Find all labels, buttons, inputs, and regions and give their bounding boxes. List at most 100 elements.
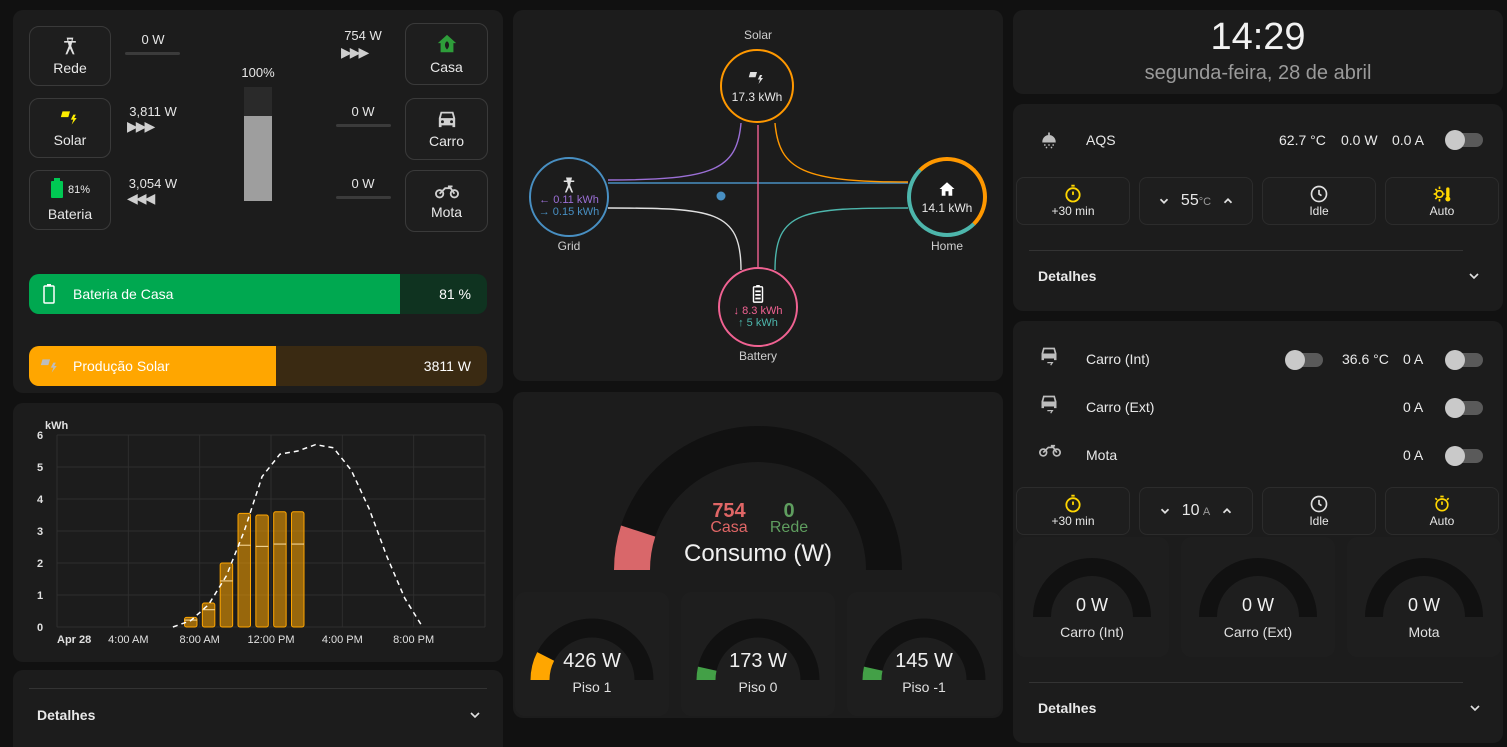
charger-mode-label: Idle (1309, 514, 1329, 528)
floor-gauge-1[interactable]: 173 W Piso 0 (681, 592, 835, 716)
charger-power-gauge-2[interactable]: 0 W Mota (1347, 537, 1501, 657)
aqs-mode-label: Idle (1309, 204, 1329, 218)
chart-ytick: 0 (37, 622, 43, 634)
chart-ytick: 5 (37, 462, 43, 474)
charger-mode-button[interactable]: Idle (1262, 487, 1376, 535)
chart-xtick: Apr 28 (57, 634, 91, 646)
home-tile[interactable]: Casa (405, 23, 488, 85)
charger-auto-label: Auto (1429, 514, 1455, 528)
battery-tile-percent: 81% (67, 184, 91, 196)
clock-icon (1310, 185, 1328, 203)
chevron-down-icon[interactable] (467, 707, 483, 723)
chevron-up-icon[interactable] (1221, 194, 1235, 208)
chart-xtick: 8:00 AM (179, 634, 219, 646)
battery-bar-label: Bateria de Casa (73, 286, 174, 302)
aqs-boost-button[interactable]: +30 min (1016, 177, 1130, 225)
aqs-temp: 62.7 °C (1279, 132, 1326, 148)
charger-row-toggle[interactable] (1445, 398, 1483, 418)
aqs-auto-button[interactable]: Auto (1385, 177, 1499, 225)
solar-tile[interactable]: Solar (29, 98, 111, 158)
solar-panel-icon (748, 71, 763, 84)
charger-boost-label: +30 min (1051, 514, 1095, 528)
charger-row-label: Carro (Int) (1086, 351, 1150, 367)
flow-solar-node[interactable]: 17.3 kWh (720, 49, 794, 123)
left-details-card: Detalhes (13, 670, 503, 747)
floor-gauge-0[interactable]: 426 W Piso 1 (515, 592, 669, 716)
aqs-boost-label: +30 min (1051, 204, 1095, 218)
car-flow-value: 0 W (351, 104, 375, 119)
floor-gauge-label: Piso 0 (738, 679, 778, 695)
charger-auto-button[interactable]: Auto (1385, 487, 1499, 535)
chevron-down-icon[interactable] (1157, 194, 1171, 208)
floor-gauge-arc (862, 618, 986, 681)
solar-tile-label: Solar (53, 132, 87, 148)
carro-int-secondary-toggle[interactable] (1285, 350, 1323, 370)
charger-row-toggle[interactable] (1445, 350, 1483, 370)
charger-setpoint-unit: A (1202, 506, 1211, 518)
charger-setpoint[interactable]: 10 A (1139, 487, 1253, 535)
flow-grid-out: → 0.15 kWh (538, 206, 600, 218)
solar-bar[interactable]: Produção Solar 3811 W (29, 346, 487, 386)
moto-flow-value: 0 W (351, 176, 375, 191)
moto-tile[interactable]: Mota (405, 170, 488, 232)
chart-bar (237, 512, 251, 628)
charger-row-icon (1039, 441, 1061, 464)
solar-flow-value: 3,811 W (129, 104, 177, 119)
charger-row-current: 0 A (1403, 447, 1424, 463)
charger-power-gauge-0[interactable]: 0 W Carro (Int) (1015, 537, 1169, 657)
grid-tile[interactable]: Rede (29, 26, 111, 86)
flow-grid-label: Grid (557, 239, 581, 253)
chevron-up-icon[interactable] (1220, 504, 1234, 518)
charger-row-label: Carro (Ext) (1086, 399, 1155, 415)
aqs-toggle[interactable] (1445, 130, 1483, 150)
aqs-setpoint[interactable]: 55°C (1139, 177, 1253, 225)
battery-bar[interactable]: Bateria de Casa 81 % (29, 274, 487, 314)
flow-battery-label: Battery (738, 349, 777, 363)
sun-thermometer-icon (1433, 186, 1451, 202)
flow-grid-node[interactable]: ← 0.11 kWh → 0.15 kWh (529, 157, 609, 237)
chart-xtick: 4:00 PM (322, 634, 363, 646)
solar-chart-card: 0 1 2 3 4 5 6 kWh Apr 28 4:00 AM 8:00 AM 12:00 PM 4:… (13, 403, 503, 662)
aqs-setpoint-value: 55 (1180, 192, 1199, 209)
charger-gauge-value: 0 W (1241, 595, 1274, 615)
charger-details-toggle[interactable]: Detalhes (1038, 700, 1096, 716)
chevron-down-icon[interactable] (1467, 700, 1483, 716)
battery-tile[interactable]: 81% Bateria (29, 170, 111, 230)
charger-row-current: 0 A (1403, 351, 1424, 367)
consumo-card: 754 Casa 0 Rede Consumo (W) 426 W Piso 11… (513, 392, 1003, 718)
aqs-power: 0.0 W (1341, 132, 1378, 148)
clock-time: 14:29 (1210, 16, 1306, 58)
charger-row-toggle[interactable] (1445, 446, 1483, 466)
timer-auto-icon (1434, 495, 1450, 512)
solar-bar-label: Produção Solar (73, 358, 170, 374)
chevron-down-icon[interactable] (1466, 268, 1482, 284)
left-details-toggle[interactable]: Detalhes (37, 707, 95, 723)
chevron-down-icon[interactable] (1158, 504, 1172, 518)
floor-gauge-2[interactable]: 145 W Piso -1 (847, 592, 1001, 716)
charger-setpoint-value: 10 (1181, 502, 1200, 519)
floor-gauge-value: 145 W (895, 650, 953, 672)
flow-home-value: 14.1 kWh (921, 200, 973, 215)
clock-icon (1310, 495, 1328, 513)
battery-flow-value: 3,054 W (128, 176, 178, 191)
battery-flow-arrows: ◀◀◀ (127, 190, 155, 206)
home-icon (939, 181, 955, 196)
aqs-mode-button[interactable]: Idle (1262, 177, 1376, 225)
consumo-casa-label: Casa (710, 519, 748, 536)
battery-icon (752, 285, 764, 303)
aqs-details-toggle[interactable]: Detalhes (1038, 268, 1096, 284)
floor-gauge-arc (696, 618, 820, 681)
charger-power-gauge-1[interactable]: 0 W Carro (Ext) (1181, 537, 1335, 657)
chart-xtick: 8:00 PM (393, 634, 434, 646)
solar-production-chart: 0 1 2 3 4 5 6kWh Apr 28 4:00 AM 8:00 AM 12:00 PM 4:… (37, 420, 486, 646)
flow-home-node[interactable]: 14.1 kWh (907, 157, 987, 237)
charger-boost-button[interactable]: +30 min (1016, 487, 1130, 535)
solar-panel-icon (60, 111, 77, 125)
center-level-fill (244, 115, 272, 201)
solar-panel-icon (40, 359, 57, 373)
flow-battery-node[interactable]: ↓ 8.3 kWh ↑ 5 kWh (718, 267, 798, 347)
car-tile[interactable]: Carro (405, 98, 488, 160)
floor-gauge-value: 426 W (563, 650, 621, 672)
floor-gauge-value: 173 W (729, 650, 787, 672)
aqs-setpoint-unit: °C (1198, 196, 1212, 208)
